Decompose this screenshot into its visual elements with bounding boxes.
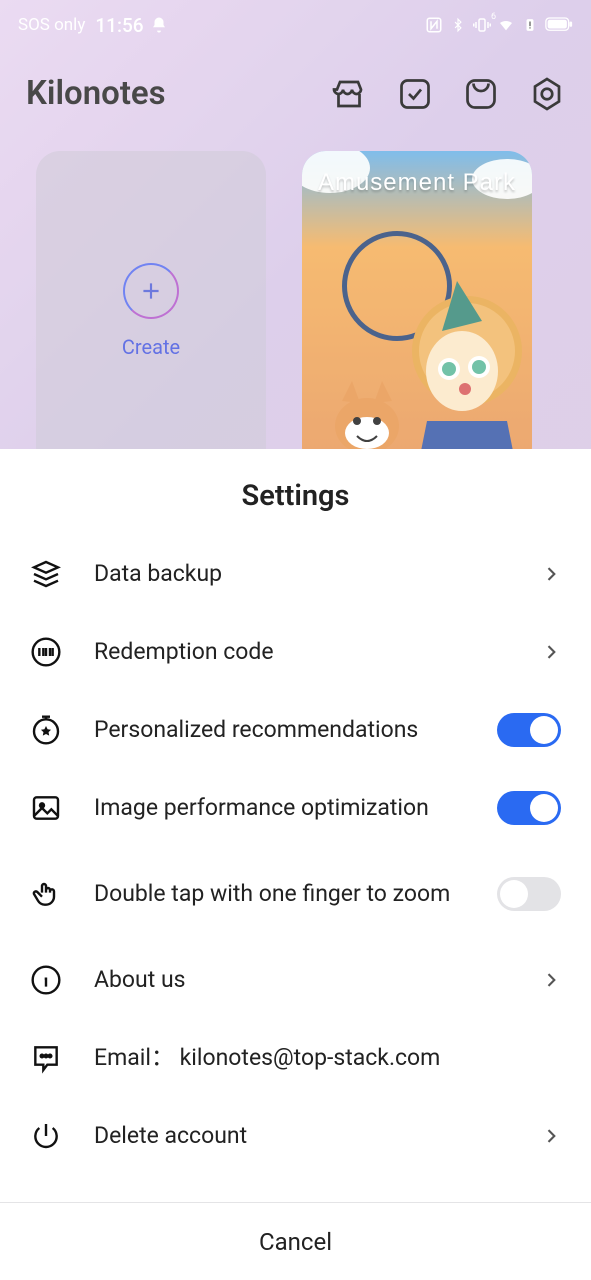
label-double-tap: Double tap with one finger to zoom: [94, 868, 465, 921]
nfc-icon: [425, 16, 443, 34]
create-card[interactable]: Create: [36, 151, 266, 471]
amusement-card[interactable]: Amusement Park: [302, 151, 532, 471]
label-data-backup: Data backup: [94, 560, 509, 589]
image-icon: [30, 792, 62, 824]
label-personalized: Personalized recommendations: [94, 716, 465, 745]
app-title: Kilonotes: [26, 74, 166, 113]
row-about[interactable]: About us: [30, 941, 561, 1019]
label-about: About us: [94, 966, 509, 995]
bluetooth-icon: [449, 16, 467, 34]
pointer-icon: [30, 878, 62, 910]
row-image-perf: Image performance optimization: [30, 769, 561, 847]
toggle-double-tap[interactable]: [497, 877, 561, 911]
bell-icon: [150, 16, 168, 34]
chevron-right-icon: [541, 970, 561, 990]
cards-area: Create: [0, 131, 591, 491]
header-icons: [331, 76, 565, 112]
chevron-right-icon: [541, 1126, 561, 1146]
label-delete: Delete account: [94, 1122, 509, 1151]
row-redemption[interactable]: Redemption code: [30, 613, 561, 691]
create-label: Create: [122, 335, 180, 359]
power-icon: [30, 1120, 62, 1152]
status-time: 11:56: [95, 14, 143, 37]
battery-icon: [545, 16, 573, 34]
row-email[interactable]: Email： kilonotes@top-stack.com: [30, 1019, 561, 1097]
settings-sheet: Settings Data backup Redemption code: [0, 449, 591, 1280]
status-right: 6: [425, 16, 573, 34]
chevron-right-icon: [541, 642, 561, 662]
vibrate-icon: [473, 16, 491, 34]
wifi-icon: 6: [497, 16, 515, 34]
amusement-title: Amusement Park: [302, 169, 532, 197]
stopwatch-star-icon: [30, 714, 62, 746]
sheet-footer: Cancel: [0, 1202, 591, 1280]
settings-list: Data backup Redemption code Personalized…: [0, 535, 591, 1202]
plus-icon: [123, 263, 179, 319]
status-left: SOS only 11:56: [18, 14, 168, 37]
amusement-art: [302, 151, 532, 471]
alert-icon: [521, 16, 539, 34]
import-icon[interactable]: [397, 76, 433, 112]
status-bar: SOS only 11:56 6: [0, 0, 591, 50]
settings-icon[interactable]: [529, 76, 565, 112]
row-personalized: Personalized recommendations: [30, 691, 561, 769]
status-sos: SOS only: [18, 15, 85, 35]
layers-icon: [30, 558, 62, 590]
scale-icon[interactable]: [463, 76, 499, 112]
chat-icon: [30, 1042, 62, 1074]
sheet-title: Settings: [0, 449, 591, 535]
label-redemption: Redemption code: [94, 638, 509, 667]
store-icon[interactable]: [331, 76, 367, 112]
toggle-image-perf[interactable]: [497, 791, 561, 825]
barcode-icon: [30, 636, 62, 668]
label-image-perf: Image performance optimization: [94, 794, 465, 823]
cancel-button[interactable]: Cancel: [0, 1203, 591, 1280]
app-header: Kilonotes: [0, 50, 591, 131]
label-email: Email： kilonotes@top-stack.com: [94, 1044, 561, 1073]
toggle-personalized[interactable]: [497, 713, 561, 747]
row-data-backup[interactable]: Data backup: [30, 535, 561, 613]
info-icon: [30, 964, 62, 996]
row-double-tap: Double tap with one finger to zoom: [30, 847, 561, 941]
chevron-right-icon: [541, 564, 561, 584]
row-delete[interactable]: Delete account: [30, 1097, 561, 1175]
